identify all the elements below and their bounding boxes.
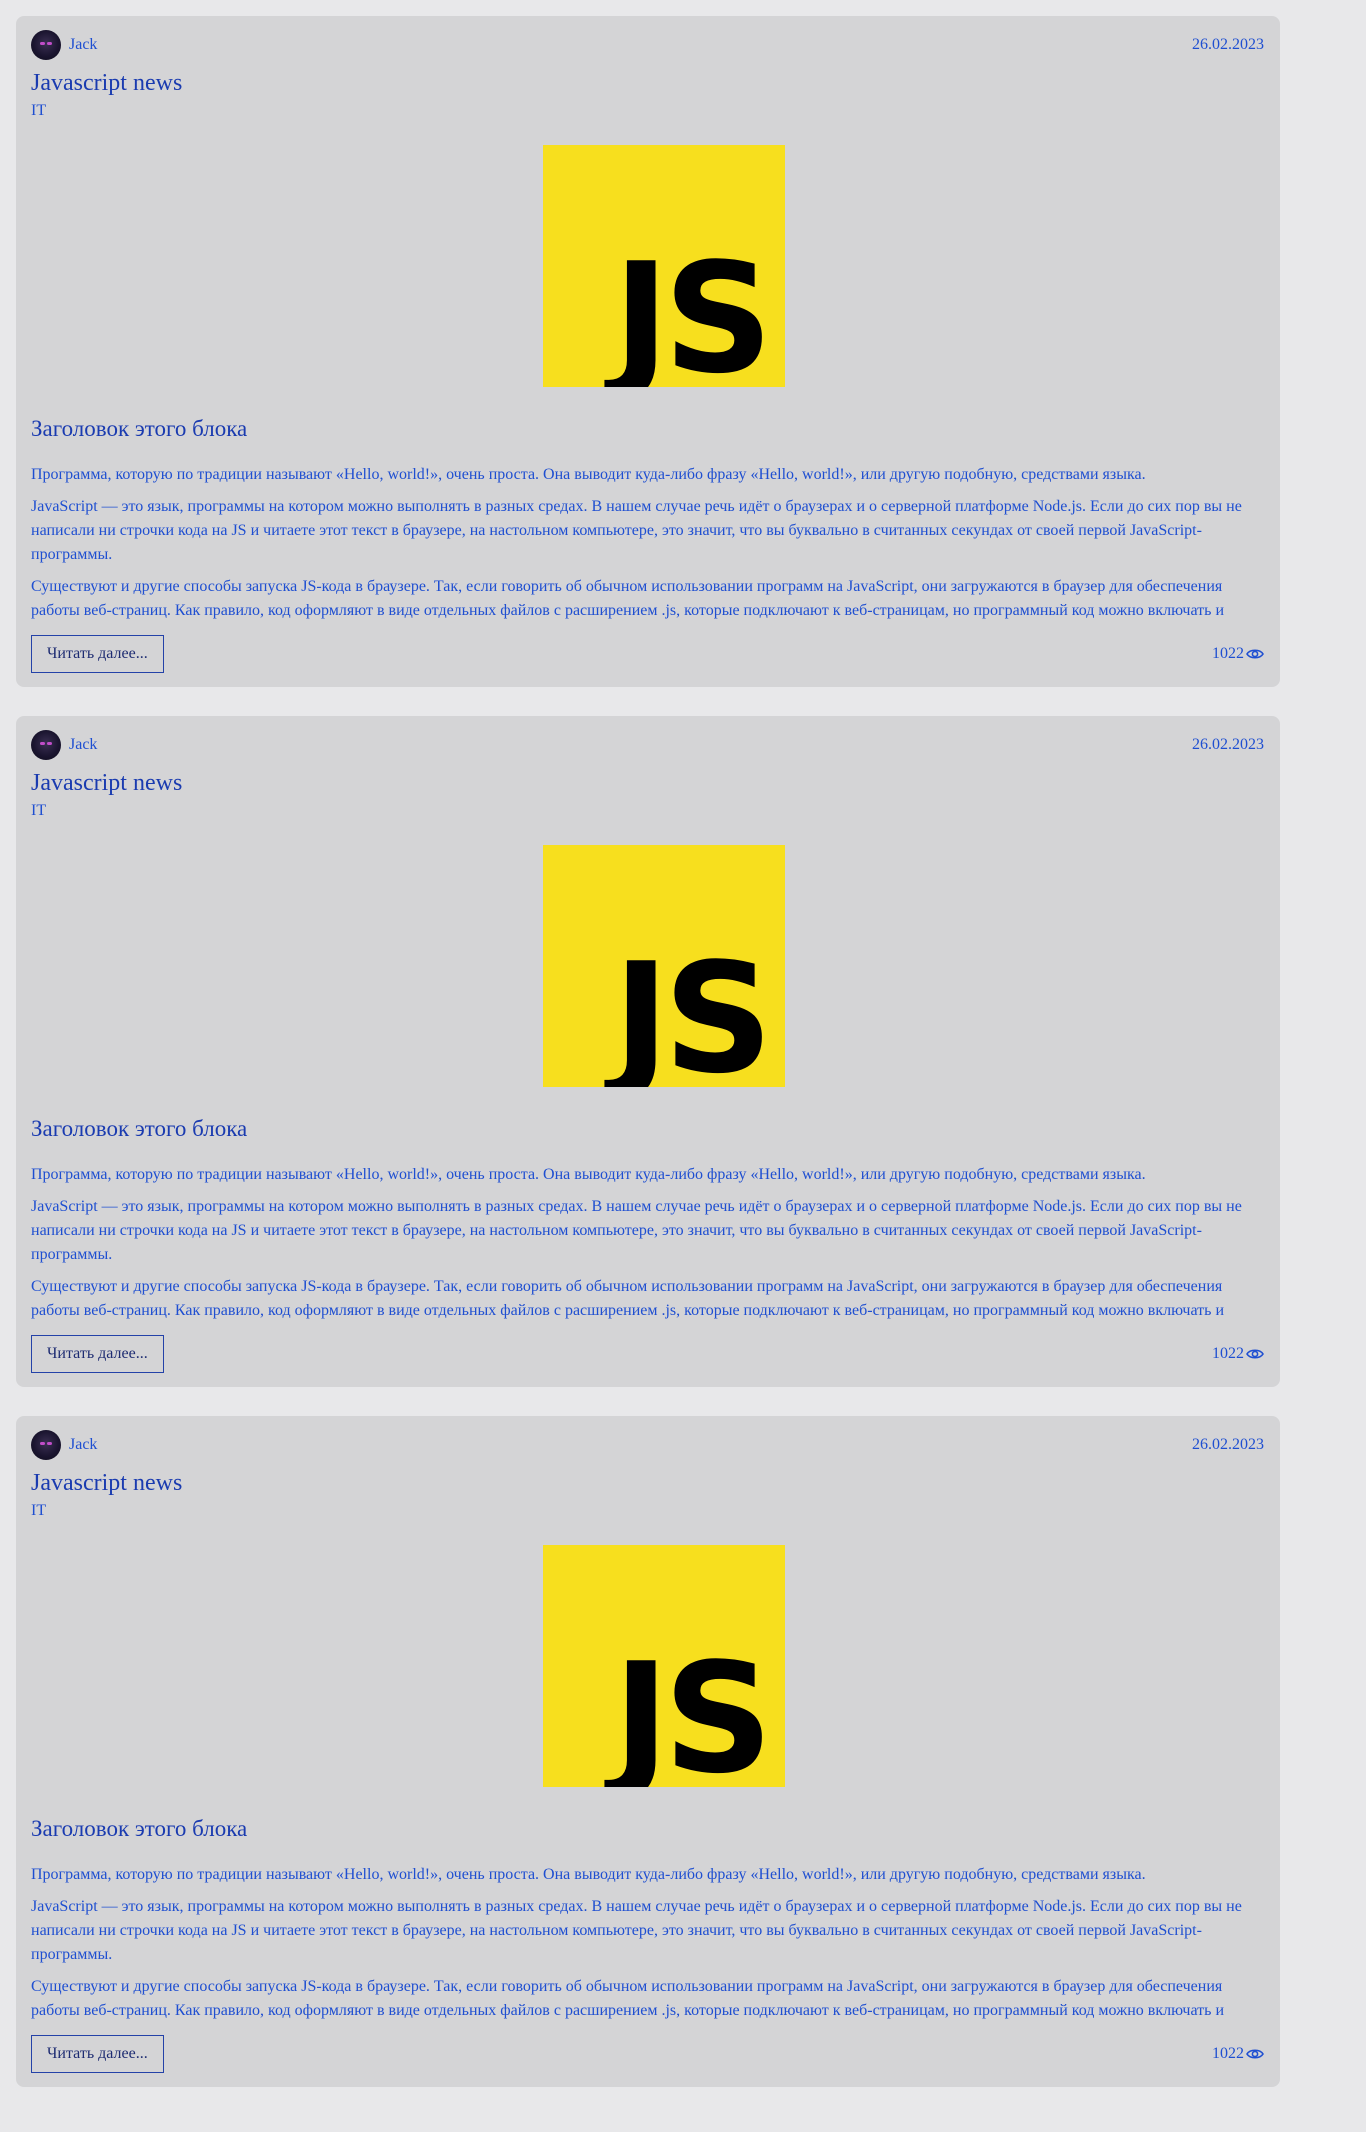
post-title[interactable]: Javascript news <box>31 70 182 97</box>
post-card: Jack 26.02.2023 Javascript news IT JS За… <box>16 1416 1280 2087</box>
post-card: Jack 26.02.2023 Javascript news IT JS За… <box>16 716 1280 1387</box>
post-title[interactable]: Javascript news <box>31 1470 182 1497</box>
post-footer: Читать далее... 1022 <box>31 2035 1264 2073</box>
post-paragraph: Программа, которую по традиции называют … <box>31 1166 1146 1183</box>
post-paragraph: Программа, которую по традиции называют … <box>31 466 1146 483</box>
post-card: Jack 26.02.2023 Javascript news IT JS За… <box>16 16 1280 687</box>
post-author[interactable]: Jack <box>31 730 97 760</box>
block-heading: Заголовок этого блока <box>31 1116 248 1141</box>
eye-icon <box>1246 1349 1264 1359</box>
view-count: 1022 <box>1212 2045 1244 2062</box>
read-more-button[interactable]: Читать далее... <box>31 635 164 673</box>
post-author[interactable]: Jack <box>31 30 97 60</box>
post-category[interactable]: IT <box>31 802 46 820</box>
block-heading: Заголовок этого блока <box>31 1816 248 1841</box>
post-header: Jack 26.02.2023 <box>31 1430 1264 1460</box>
post-paragraph: JavaScript — это язык, программы на кото… <box>31 498 1242 563</box>
author-name[interactable]: Jack <box>69 36 97 54</box>
read-more-button[interactable]: Читать далее... <box>31 2035 164 2073</box>
post-paragraph: Программа, которую по традиции называют … <box>31 1866 1146 1883</box>
post-header: Jack 26.02.2023 <box>31 30 1264 60</box>
js-logo-image: JS <box>543 845 785 1087</box>
post-paragraph: Существуют и другие способы запуска JS-к… <box>31 1978 1225 2019</box>
post-footer: Читать далее... 1022 <box>31 1335 1264 1373</box>
post-excerpt: Программа, которую по традиции называют … <box>31 1863 1250 2041</box>
post-category[interactable]: IT <box>31 1502 46 1520</box>
avatar[interactable] <box>31 730 61 760</box>
author-name[interactable]: Jack <box>69 1436 97 1454</box>
block-heading: Заголовок этого блока <box>31 416 248 441</box>
js-logo-image: JS <box>543 145 785 387</box>
post-feed: Jack 26.02.2023 Javascript news IT JS За… <box>16 16 1280 2116</box>
avatar[interactable] <box>31 1430 61 1460</box>
post-paragraph: JavaScript — это язык, программы на кото… <box>31 1198 1242 1263</box>
read-more-button[interactable]: Читать далее... <box>31 1335 164 1373</box>
view-count: 1022 <box>1212 645 1244 662</box>
view-counter: 1022 <box>1212 645 1264 663</box>
author-name[interactable]: Jack <box>69 736 97 754</box>
post-date: 26.02.2023 <box>1192 736 1264 753</box>
eye-icon <box>1246 649 1264 659</box>
js-logo-text: JS <box>604 230 767 387</box>
post-excerpt: Программа, которую по традиции называют … <box>31 463 1250 641</box>
post-paragraph: Существуют и другие способы запуска JS-к… <box>31 1278 1225 1319</box>
eye-icon <box>1246 2049 1264 2059</box>
post-category[interactable]: IT <box>31 102 46 120</box>
avatar[interactable] <box>31 30 61 60</box>
post-date: 26.02.2023 <box>1192 36 1264 53</box>
post-footer: Читать далее... 1022 <box>31 635 1264 673</box>
post-title[interactable]: Javascript news <box>31 770 182 797</box>
js-logo-image: JS <box>543 1545 785 1787</box>
js-logo-text: JS <box>604 1630 767 1787</box>
post-excerpt: Программа, которую по традиции называют … <box>31 1163 1250 1341</box>
view-count: 1022 <box>1212 1345 1244 1362</box>
view-counter: 1022 <box>1212 1345 1264 1363</box>
post-date: 26.02.2023 <box>1192 1436 1264 1453</box>
post-paragraph: Существуют и другие способы запуска JS-к… <box>31 578 1225 619</box>
js-logo-text: JS <box>604 930 767 1087</box>
view-counter: 1022 <box>1212 2045 1264 2063</box>
post-author[interactable]: Jack <box>31 1430 97 1460</box>
post-paragraph: JavaScript — это язык, программы на кото… <box>31 1898 1242 1963</box>
post-header: Jack 26.02.2023 <box>31 730 1264 760</box>
